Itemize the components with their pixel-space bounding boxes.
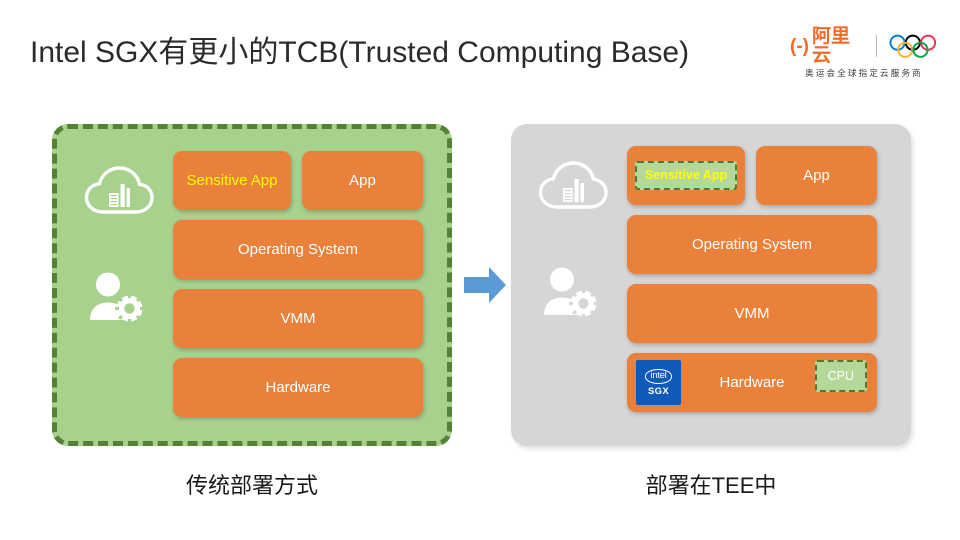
layer-label: Operating System [237,241,359,258]
layer-label: App [803,167,830,184]
cloud-building-icon [538,161,608,209]
user-gear-icon [90,272,144,323]
layer-label: VMM [280,310,316,327]
layer-sensitive-app-enclave[interactable]: Sensitive App [627,146,745,205]
panel-tee-deployment: Sensitive App App Operating System VMM i… [511,124,911,446]
layer-hardware[interactable]: intel SGX Hardware CPU [627,353,877,412]
layer-sensitive-app[interactable]: Sensitive App [173,151,291,210]
layer-label: Hardware [719,374,785,391]
layer-label: Sensitive App [186,172,278,189]
panel-traditional-deployment: Sensitive App App Operating System VMM H… [52,124,452,446]
brand-logo-row: (-) 阿里云 [790,27,938,65]
layer-stack-tee: Sensitive App App Operating System VMM i… [627,146,877,412]
page-title: Intel SGX有更小的TCB(Trusted Computing Base) [30,36,690,69]
enclave-chip-label: Sensitive App [634,161,738,190]
logo-divider [876,35,878,57]
layer-operating-system[interactable]: Operating System [627,215,877,274]
side-icons-traditional [79,163,171,329]
alibaba-cloud-name: 阿里云 [811,26,850,66]
cpu-chip-label: CPU [814,360,867,392]
cloud-building-icon [84,166,154,214]
layer-operating-system[interactable]: Operating System [173,220,423,279]
brand-tagline: 奥运会全球指定云服务商 [805,68,923,78]
layer-hardware[interactable]: Hardware [173,358,423,417]
layer-label: App [349,172,376,189]
intel-sgx-logo-icon: intel SGX [636,360,681,405]
caption-tee-deployment: 部署在TEE中 [645,473,777,498]
app-row-tee: Sensitive App App [627,146,877,205]
intel-wordmark: intel [644,369,673,384]
transform-arrow-icon [464,267,506,303]
app-row-traditional: Sensitive App App [173,151,423,210]
olympic-rings-icon [889,34,937,58]
intel-sgx-label: SGX [648,385,669,397]
layer-vmm[interactable]: VMM [173,289,423,348]
layer-vmm[interactable]: VMM [627,284,877,343]
alibaba-cloud-mark: (-) 阿里云 [790,27,865,65]
layer-label: Operating System [691,236,813,253]
user-gear-icon [544,267,598,318]
layer-app[interactable]: App [756,146,877,205]
layer-label: VMM [734,305,770,322]
side-icons-tee [533,158,625,324]
layer-stack-traditional: Sensitive App App Operating System VMM H… [173,151,423,417]
brand-logo: (-) 阿里云 奥运会全球指定云服务商 [790,27,938,86]
layer-label: Hardware [265,379,331,396]
cpu-chip-holder: CPU [814,360,867,392]
caption-traditional-deployment: 传统部署方式 [185,473,318,498]
alibaba-bracket-icon: (-) [790,35,809,57]
layer-app[interactable]: App [302,151,423,210]
